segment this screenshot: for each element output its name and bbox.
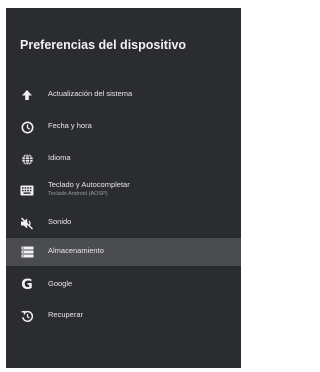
keyboard-icon (19, 182, 35, 198)
google-g-icon: G (21, 277, 33, 293)
menu-item-sound[interactable]: Sonido (6, 209, 241, 237)
menu-item-google[interactable]: G Google (6, 271, 241, 299)
menu-item-restore[interactable]: Recuperar (6, 302, 241, 330)
speaker-muted-icon (19, 215, 35, 231)
restore-icon (19, 308, 35, 324)
menu-item-label: Actualización del sistema (48, 89, 133, 98)
menu-item-label: Teclado y Autocompletar (48, 180, 130, 189)
page-title: Preferencias del dispositivo (20, 38, 187, 52)
storage-icon (19, 244, 35, 260)
menu-item-storage[interactable]: Almacenamiento (6, 238, 241, 266)
menu-item-language[interactable]: Idioma (6, 145, 241, 173)
menu-item-date-time[interactable]: Fecha y hora (6, 113, 241, 141)
clock-icon (19, 119, 35, 135)
globe-icon (19, 151, 35, 167)
menu-item-label: Fecha y hora (48, 121, 92, 130)
settings-panel: Preferencias del dispositivo Actualizaci… (6, 8, 241, 368)
menu-item-keyboard[interactable]: Teclado y Autocompletar Teclado Android … (6, 176, 241, 204)
menu-item-label: Almacenamiento (48, 246, 104, 255)
menu-item-label: Sonido (48, 217, 72, 226)
menu-item-label: Idioma (48, 153, 71, 162)
menu-item-label: Recuperar (48, 310, 84, 319)
menu-item-label: Google (48, 279, 73, 288)
arrow-up-icon (19, 87, 35, 103)
menu-item-system-update[interactable]: Actualización del sistema (6, 81, 241, 109)
menu-item-sublabel: Teclado Android (AOSP) (48, 191, 108, 197)
